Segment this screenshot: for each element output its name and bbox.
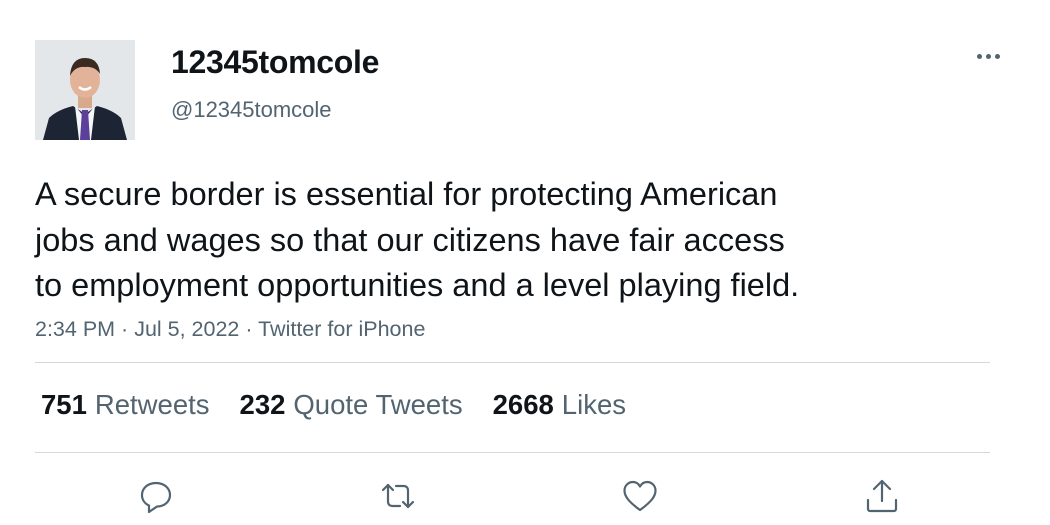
quote-tweets-stat[interactable]: 232 Quote Tweets <box>240 389 463 421</box>
retweets-label: Retweets <box>94 389 210 420</box>
divider <box>35 362 990 363</box>
reply-icon[interactable] <box>136 476 176 516</box>
likes-count: 2668 <box>492 389 554 420</box>
more-dot <box>976 53 982 59</box>
tweet-stats: 751 Retweets 232 Quote Tweets 2668 Likes <box>41 389 626 421</box>
more-dot <box>994 53 1000 59</box>
avatar[interactable] <box>35 40 135 140</box>
divider <box>35 452 990 453</box>
meta-separator: · <box>239 317 259 341</box>
more-options-icon[interactable] <box>972 46 1004 66</box>
likes-label: Likes <box>561 389 626 420</box>
retweets-count: 751 <box>41 389 87 420</box>
retweet-icon[interactable] <box>378 476 418 516</box>
tweet-time[interactable]: 2:34 PM <box>35 317 115 341</box>
quote-tweets-label: Quote Tweets <box>293 389 463 420</box>
user-handle[interactable]: @12345tomcole <box>171 97 332 123</box>
retweets-stat[interactable]: 751 Retweets <box>41 389 210 421</box>
quote-tweets-count: 232 <box>239 389 286 420</box>
likes-stat[interactable]: 2668 Likes <box>493 389 626 421</box>
action-bar <box>0 470 1050 520</box>
tweet-date[interactable]: Jul 5, 2022 <box>134 317 239 341</box>
like-icon[interactable] <box>620 476 660 516</box>
tweet-source[interactable]: Twitter for iPhone <box>258 317 425 341</box>
share-icon[interactable] <box>862 476 902 516</box>
more-dot <box>985 53 991 59</box>
tweet-text: A secure border is essential for protect… <box>35 176 800 303</box>
meta-separator: · <box>115 317 135 341</box>
display-name[interactable]: 12345tomcole <box>171 44 379 81</box>
profile-photo <box>35 40 135 140</box>
tweet-meta: 2:34 PM · Jul 5, 2022 · Twitter for iPho… <box>35 317 425 342</box>
